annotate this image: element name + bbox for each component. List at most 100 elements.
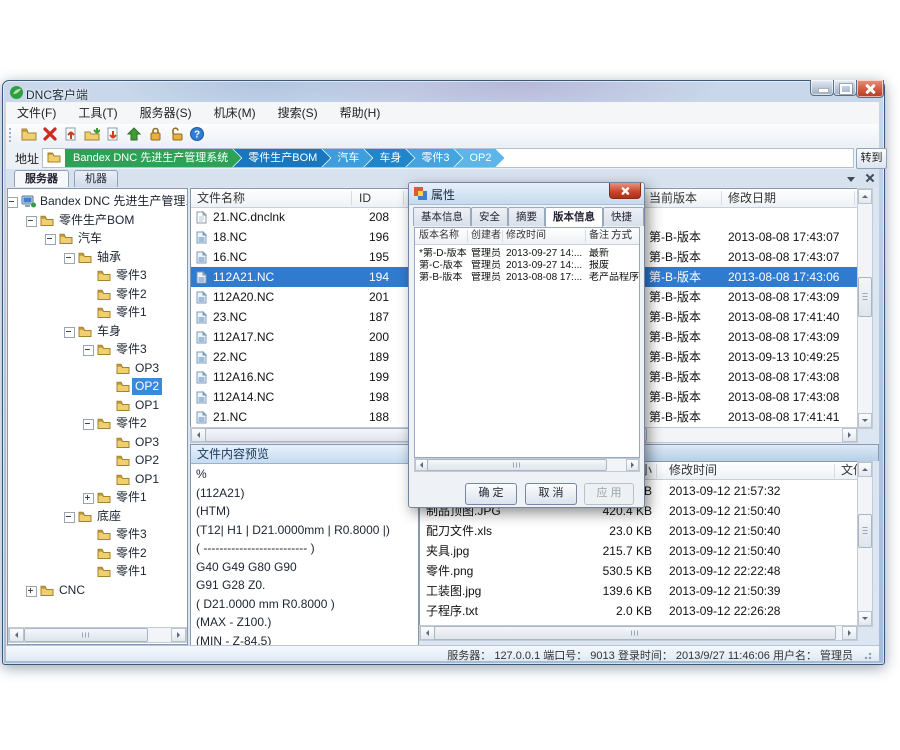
tree-node-OP3[interactable]: OP3 <box>8 434 187 451</box>
tree-node-OP1[interactable]: OP1 <box>8 397 187 414</box>
version-row-1[interactable]: *第-D-版本管理员2013-09-27 14:...最新 <box>415 248 639 260</box>
cancel-button[interactable]: 取 消 <box>525 483 577 505</box>
menu-item-5[interactable]: 搜索(S) <box>267 102 329 124</box>
attachment-row-3[interactable]: 配刀文件.xls23.0 KB2013-09-12 21:50:40 <box>420 521 857 541</box>
collapse-icon[interactable] <box>64 512 75 523</box>
breadcrumb-item-2[interactable]: 零件生产BOM <box>233 149 330 167</box>
collapse-icon[interactable] <box>45 234 56 245</box>
dialog-tab-安全[interactable]: 安全 <box>471 207 508 226</box>
tree-node-底座[interactable]: 底座 <box>8 508 187 525</box>
column-header-文件名称[interactable]: 文件名称 <box>197 189 245 207</box>
tree-node-车身[interactable]: 车身 <box>8 323 187 340</box>
close-button[interactable] <box>856 80 884 98</box>
upload-button[interactable] <box>123 126 144 145</box>
dialog-close-button[interactable] <box>609 183 641 199</box>
scroll-right-button[interactable] <box>842 428 857 442</box>
tree-node-OP1[interactable]: OP1 <box>8 471 187 488</box>
dialog-h-scrollbar[interactable] <box>414 458 640 472</box>
tree-node-零件2[interactable]: 零件2 <box>8 286 187 303</box>
breadcrumb-item-1[interactable]: Bandex DNC 先进生产管理系统 <box>65 149 241 167</box>
menu-item-3[interactable]: 服务器(S) <box>129 102 203 124</box>
scroll-thumb[interactable] <box>427 459 607 471</box>
column-header-当前版本[interactable]: 当前版本 <box>649 189 697 207</box>
tree-node-零件1[interactable]: 零件1 <box>8 304 187 321</box>
checkin-file-button[interactable] <box>60 126 81 145</box>
menu-item-6[interactable]: 帮助(H) <box>329 102 392 124</box>
column-header-修改时间[interactable]: 修改时间 <box>506 228 546 244</box>
dialog-tab-快捷方式[interactable]: 快捷方式 <box>603 207 644 226</box>
collapse-icon[interactable] <box>83 419 94 430</box>
filelist-v-scrollbar[interactable] <box>857 188 873 429</box>
delete-button[interactable] <box>39 126 60 145</box>
tree-node-OP2[interactable]: OP2 <box>8 452 187 469</box>
column-header-modified[interactable]: 修改时间 <box>669 462 819 479</box>
tree-node-OP3[interactable]: OP3 <box>8 360 187 377</box>
scroll-left-button[interactable] <box>191 428 206 442</box>
collapse-icon[interactable] <box>64 327 75 338</box>
new-folder-button[interactable] <box>18 126 39 145</box>
column-header-创建者[interactable]: 创建者 <box>471 228 501 244</box>
version-row-3[interactable]: 第-B-版本管理员2013-08-08 17:...老产品程序 <box>415 272 639 284</box>
import-folder-button[interactable] <box>81 126 102 145</box>
scroll-right-button[interactable] <box>171 628 186 642</box>
collapse-icon[interactable] <box>26 216 37 227</box>
scroll-down-button[interactable] <box>858 413 872 428</box>
attachment-row-4[interactable]: 夹具.jpg215.7 KB2013-09-12 21:50:40 <box>420 541 857 561</box>
column-header-修改日期[interactable]: 修改日期 <box>728 189 776 207</box>
scroll-thumb[interactable] <box>858 277 872 317</box>
lock-button[interactable] <box>144 126 165 145</box>
go-button[interactable]: 转到 <box>856 148 887 169</box>
address-field[interactable]: Bandex DNC 先进生产管理系统零件生产BOM汽车车身零件3OP2 <box>42 148 854 168</box>
resize-grip[interactable] <box>864 650 873 659</box>
version-row-2[interactable]: 第-C-版本管理员2013-09-27 14:...报废 <box>415 260 639 272</box>
collapse-icon[interactable] <box>7 197 18 208</box>
expand-icon[interactable] <box>83 493 94 504</box>
collapse-icon[interactable] <box>64 253 75 264</box>
scroll-right-button[interactable] <box>842 626 857 640</box>
menu-item-1[interactable]: 文件(F) <box>6 102 67 124</box>
scroll-right-button[interactable] <box>626 459 639 471</box>
attachment-row-6[interactable]: 工装图.jpg139.6 KB2013-09-12 21:50:39 <box>420 581 857 601</box>
scroll-down-button[interactable] <box>858 611 872 626</box>
scroll-up-button[interactable] <box>858 189 872 204</box>
tree-node-零件1[interactable]: 零件1 <box>8 489 187 506</box>
tree-node-零件3[interactable]: 零件3 <box>8 341 187 358</box>
tree-node-零件3[interactable]: 零件3 <box>8 267 187 284</box>
attachments-v-scrollbar[interactable] <box>857 461 873 627</box>
help-button[interactable]: ? <box>186 126 207 145</box>
tab-机器[interactable]: 机器 <box>74 170 118 188</box>
scroll-thumb[interactable] <box>24 628 148 642</box>
scroll-left-button[interactable] <box>9 628 24 642</box>
tree-node-零件生产BOM[interactable]: 零件生产BOM <box>8 212 187 229</box>
scroll-thumb[interactable] <box>858 514 872 548</box>
apply-button[interactable]: 应 用 <box>584 483 634 505</box>
expand-icon[interactable] <box>26 586 37 597</box>
breadcrumb-item-5[interactable]: 零件3 <box>406 149 462 167</box>
dialog-titlebar[interactable]: 属性 <box>409 183 644 205</box>
ok-button[interactable]: 确 定 <box>465 483 517 505</box>
unlock-button[interactable] <box>165 126 186 145</box>
tree-node-零件2[interactable]: 零件2 <box>8 545 187 562</box>
tree-node-零件1[interactable]: 零件1 <box>8 563 187 580</box>
menu-item-2[interactable]: 工具(T) <box>67 102 128 124</box>
column-header-file[interactable]: 文件(& <box>841 462 858 479</box>
tree-node-OP2[interactable]: OP2 <box>8 378 187 395</box>
column-header-ID[interactable]: ID <box>359 189 371 207</box>
tree-h-scrollbar[interactable] <box>8 627 187 643</box>
checkout-file-button[interactable] <box>102 126 123 145</box>
column-header-版本名称[interactable]: 版本名称 <box>419 228 459 244</box>
scroll-thumb[interactable] <box>434 626 836 640</box>
collapse-icon[interactable] <box>83 345 94 356</box>
tree-node-轴承[interactable]: 轴承 <box>8 249 187 266</box>
tree-node-Bandex DNC 先进生产管理系统[interactable]: Bandex DNC 先进生产管理系统 <box>8 193 187 210</box>
dialog-tab-摘要[interactable]: 摘要 <box>508 207 545 226</box>
tree-node-CNC[interactable]: CNC <box>8 582 187 599</box>
tree-node-零件2[interactable]: 零件2 <box>8 415 187 432</box>
tree-node-零件3[interactable]: 零件3 <box>8 526 187 543</box>
tab-menu-button[interactable] <box>845 172 857 184</box>
attachment-row-5[interactable]: 零件.png530.5 KB2013-09-12 22:22:48 <box>420 561 857 581</box>
dialog-tab-版本信息[interactable]: 版本信息 <box>545 207 603 227</box>
tab-close-button[interactable] <box>864 172 876 184</box>
column-header-备注[interactable]: 备注 <box>589 228 609 244</box>
scroll-left-button[interactable] <box>420 626 435 640</box>
